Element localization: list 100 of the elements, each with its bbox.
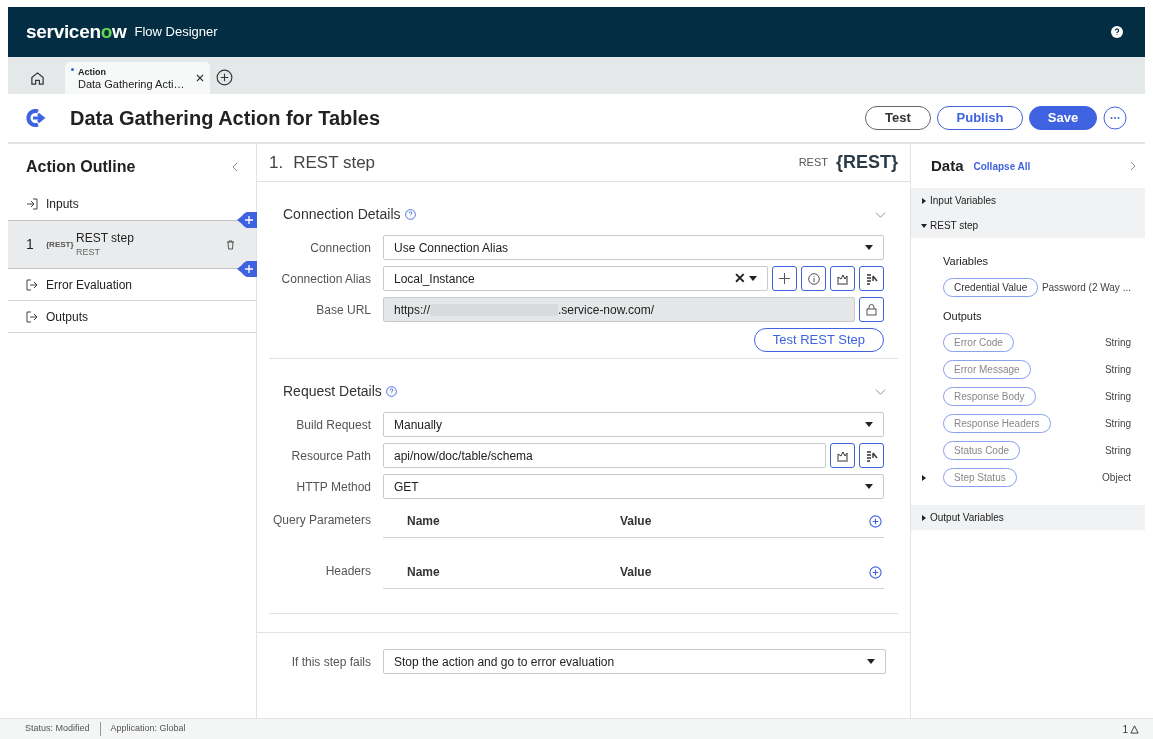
select-value: Use Connection Alias xyxy=(394,239,509,257)
outline-item[interactable]: Outputs xyxy=(8,301,256,333)
section-title: Connection Details xyxy=(283,205,401,224)
toolbar-button[interactable]: Save xyxy=(1029,106,1097,130)
logo: servicenow xyxy=(26,19,127,44)
test-rest-step-button[interactable]: Test REST Step xyxy=(753,328,884,352)
select-value: Stop the action and go to error evaluation xyxy=(394,653,615,671)
step-type: REST xyxy=(798,155,828,171)
column-header: Value xyxy=(620,564,653,581)
product-name: Flow Designer xyxy=(134,23,218,42)
data-group-header[interactable]: REST step xyxy=(911,213,1145,238)
outline-label: Outputs xyxy=(46,308,89,326)
lock-icon xyxy=(866,303,877,316)
select-field[interactable]: Stop the action and go to error evaluation xyxy=(383,649,886,674)
list-picker-icon xyxy=(865,449,878,462)
add-row-icon[interactable] xyxy=(869,514,882,528)
step-row[interactable]: 1 {REST} REST step REST xyxy=(8,220,256,269)
picker-button[interactable] xyxy=(859,443,884,468)
caret-icon xyxy=(865,422,873,427)
field-value: Local_Instance xyxy=(394,270,475,288)
select-value: Manually xyxy=(394,416,443,434)
field-label: If this step fails xyxy=(290,653,372,671)
field-label: HTTP Method xyxy=(295,478,372,496)
field-label: Connection xyxy=(309,239,372,257)
field-label: Base URL xyxy=(315,301,372,319)
rest-logo: {REST} xyxy=(836,151,898,174)
caret-icon xyxy=(865,245,873,250)
data-type: Password (2 Way ... xyxy=(1041,281,1131,295)
data-group-header[interactable]: Output Variables xyxy=(911,505,1145,530)
action-icon xyxy=(26,109,46,127)
status-text: Application: Global xyxy=(99,722,186,736)
collapse-all-link[interactable]: Collapse All xyxy=(973,158,1031,174)
caret-icon xyxy=(749,276,757,281)
enter-icon xyxy=(26,198,38,210)
home-icon[interactable] xyxy=(30,71,45,86)
data-type: Object xyxy=(1102,471,1131,485)
outline-item[interactable]: Inputs xyxy=(8,188,256,220)
add-row-icon[interactable] xyxy=(869,565,882,579)
info-button[interactable] xyxy=(801,266,826,291)
input-field[interactable]: api/now/doc/table/schema xyxy=(383,443,826,468)
exit-icon xyxy=(26,310,38,323)
collapse-icon[interactable] xyxy=(231,162,238,172)
field-label: Query Parameters xyxy=(271,512,372,529)
column-header: Value xyxy=(620,513,653,530)
list-picker-icon xyxy=(865,272,878,285)
panel-title: Data xyxy=(931,155,964,176)
step-title: REST step xyxy=(293,151,376,174)
tab-type: Action xyxy=(78,66,107,78)
toolbar-button[interactable]: Test xyxy=(865,106,931,130)
add-button[interactable] xyxy=(772,266,797,291)
outline-label: Inputs xyxy=(46,196,79,213)
status-text: Status: Modified xyxy=(25,722,90,736)
outline-item[interactable]: Error Evaluation xyxy=(8,269,256,301)
column-header: Name xyxy=(407,513,441,530)
step-number: 1. xyxy=(269,151,284,174)
add-tab-icon[interactable] xyxy=(216,69,233,86)
clear-button[interactable]: ✕ xyxy=(734,268,746,289)
help-icon[interactable] xyxy=(1111,26,1123,38)
column-header: Name xyxy=(407,564,441,581)
exit-icon xyxy=(26,278,38,291)
tab-title: Data Gathering Acti… xyxy=(78,78,186,90)
toolbar-button[interactable]: Publish xyxy=(937,106,1023,130)
caret-down-icon xyxy=(921,222,927,229)
select-value: GET xyxy=(394,478,419,496)
reference-field[interactable]: Local_Instance ✕ xyxy=(383,266,768,291)
step-type: REST xyxy=(76,245,101,259)
action-title: Data Gathering Action for Tables xyxy=(70,106,381,131)
section-title: Request Details xyxy=(283,382,382,401)
notification-count[interactable]: 1 xyxy=(1122,721,1128,737)
data-type: String xyxy=(1104,336,1131,350)
data-group-header[interactable]: Input Variables xyxy=(911,188,1145,213)
url-suffix: .service-now.com/ xyxy=(558,301,655,319)
url-prefix: https:// xyxy=(394,301,431,319)
lock-button[interactable] xyxy=(859,297,884,322)
expand-icon[interactable] xyxy=(1130,161,1137,171)
picker-button[interactable] xyxy=(859,266,884,291)
group-label: Output Variables xyxy=(930,511,1004,525)
tab[interactable]: Action Data Gathering Acti… xyxy=(65,62,210,94)
info-icon xyxy=(807,272,820,285)
rest-label: {REST} xyxy=(46,238,75,251)
panel-title: Action Outline xyxy=(26,157,136,177)
step-name: REST step xyxy=(76,230,134,245)
close-icon[interactable] xyxy=(196,74,204,82)
caret-icon xyxy=(867,659,875,664)
caret-right-icon xyxy=(921,514,927,521)
warning-icon[interactable] xyxy=(1130,724,1139,734)
trash-icon[interactable] xyxy=(226,239,235,250)
subsection-title: Outputs xyxy=(943,310,982,322)
group-label: Input Variables xyxy=(930,194,996,208)
caret-right-icon xyxy=(921,474,927,481)
more-icon[interactable] xyxy=(1103,106,1127,130)
subsection-title: Variables xyxy=(943,255,989,267)
select-field[interactable]: Use Connection Alias xyxy=(383,235,884,260)
select-field[interactable]: Manually xyxy=(383,412,884,437)
data-pill-button[interactable] xyxy=(830,443,855,468)
data-type: String xyxy=(1104,417,1131,431)
data-type: String xyxy=(1104,363,1131,377)
data-pill-button[interactable] xyxy=(830,266,855,291)
step-number: 1 xyxy=(26,235,35,254)
select-field[interactable]: GET xyxy=(383,474,884,499)
